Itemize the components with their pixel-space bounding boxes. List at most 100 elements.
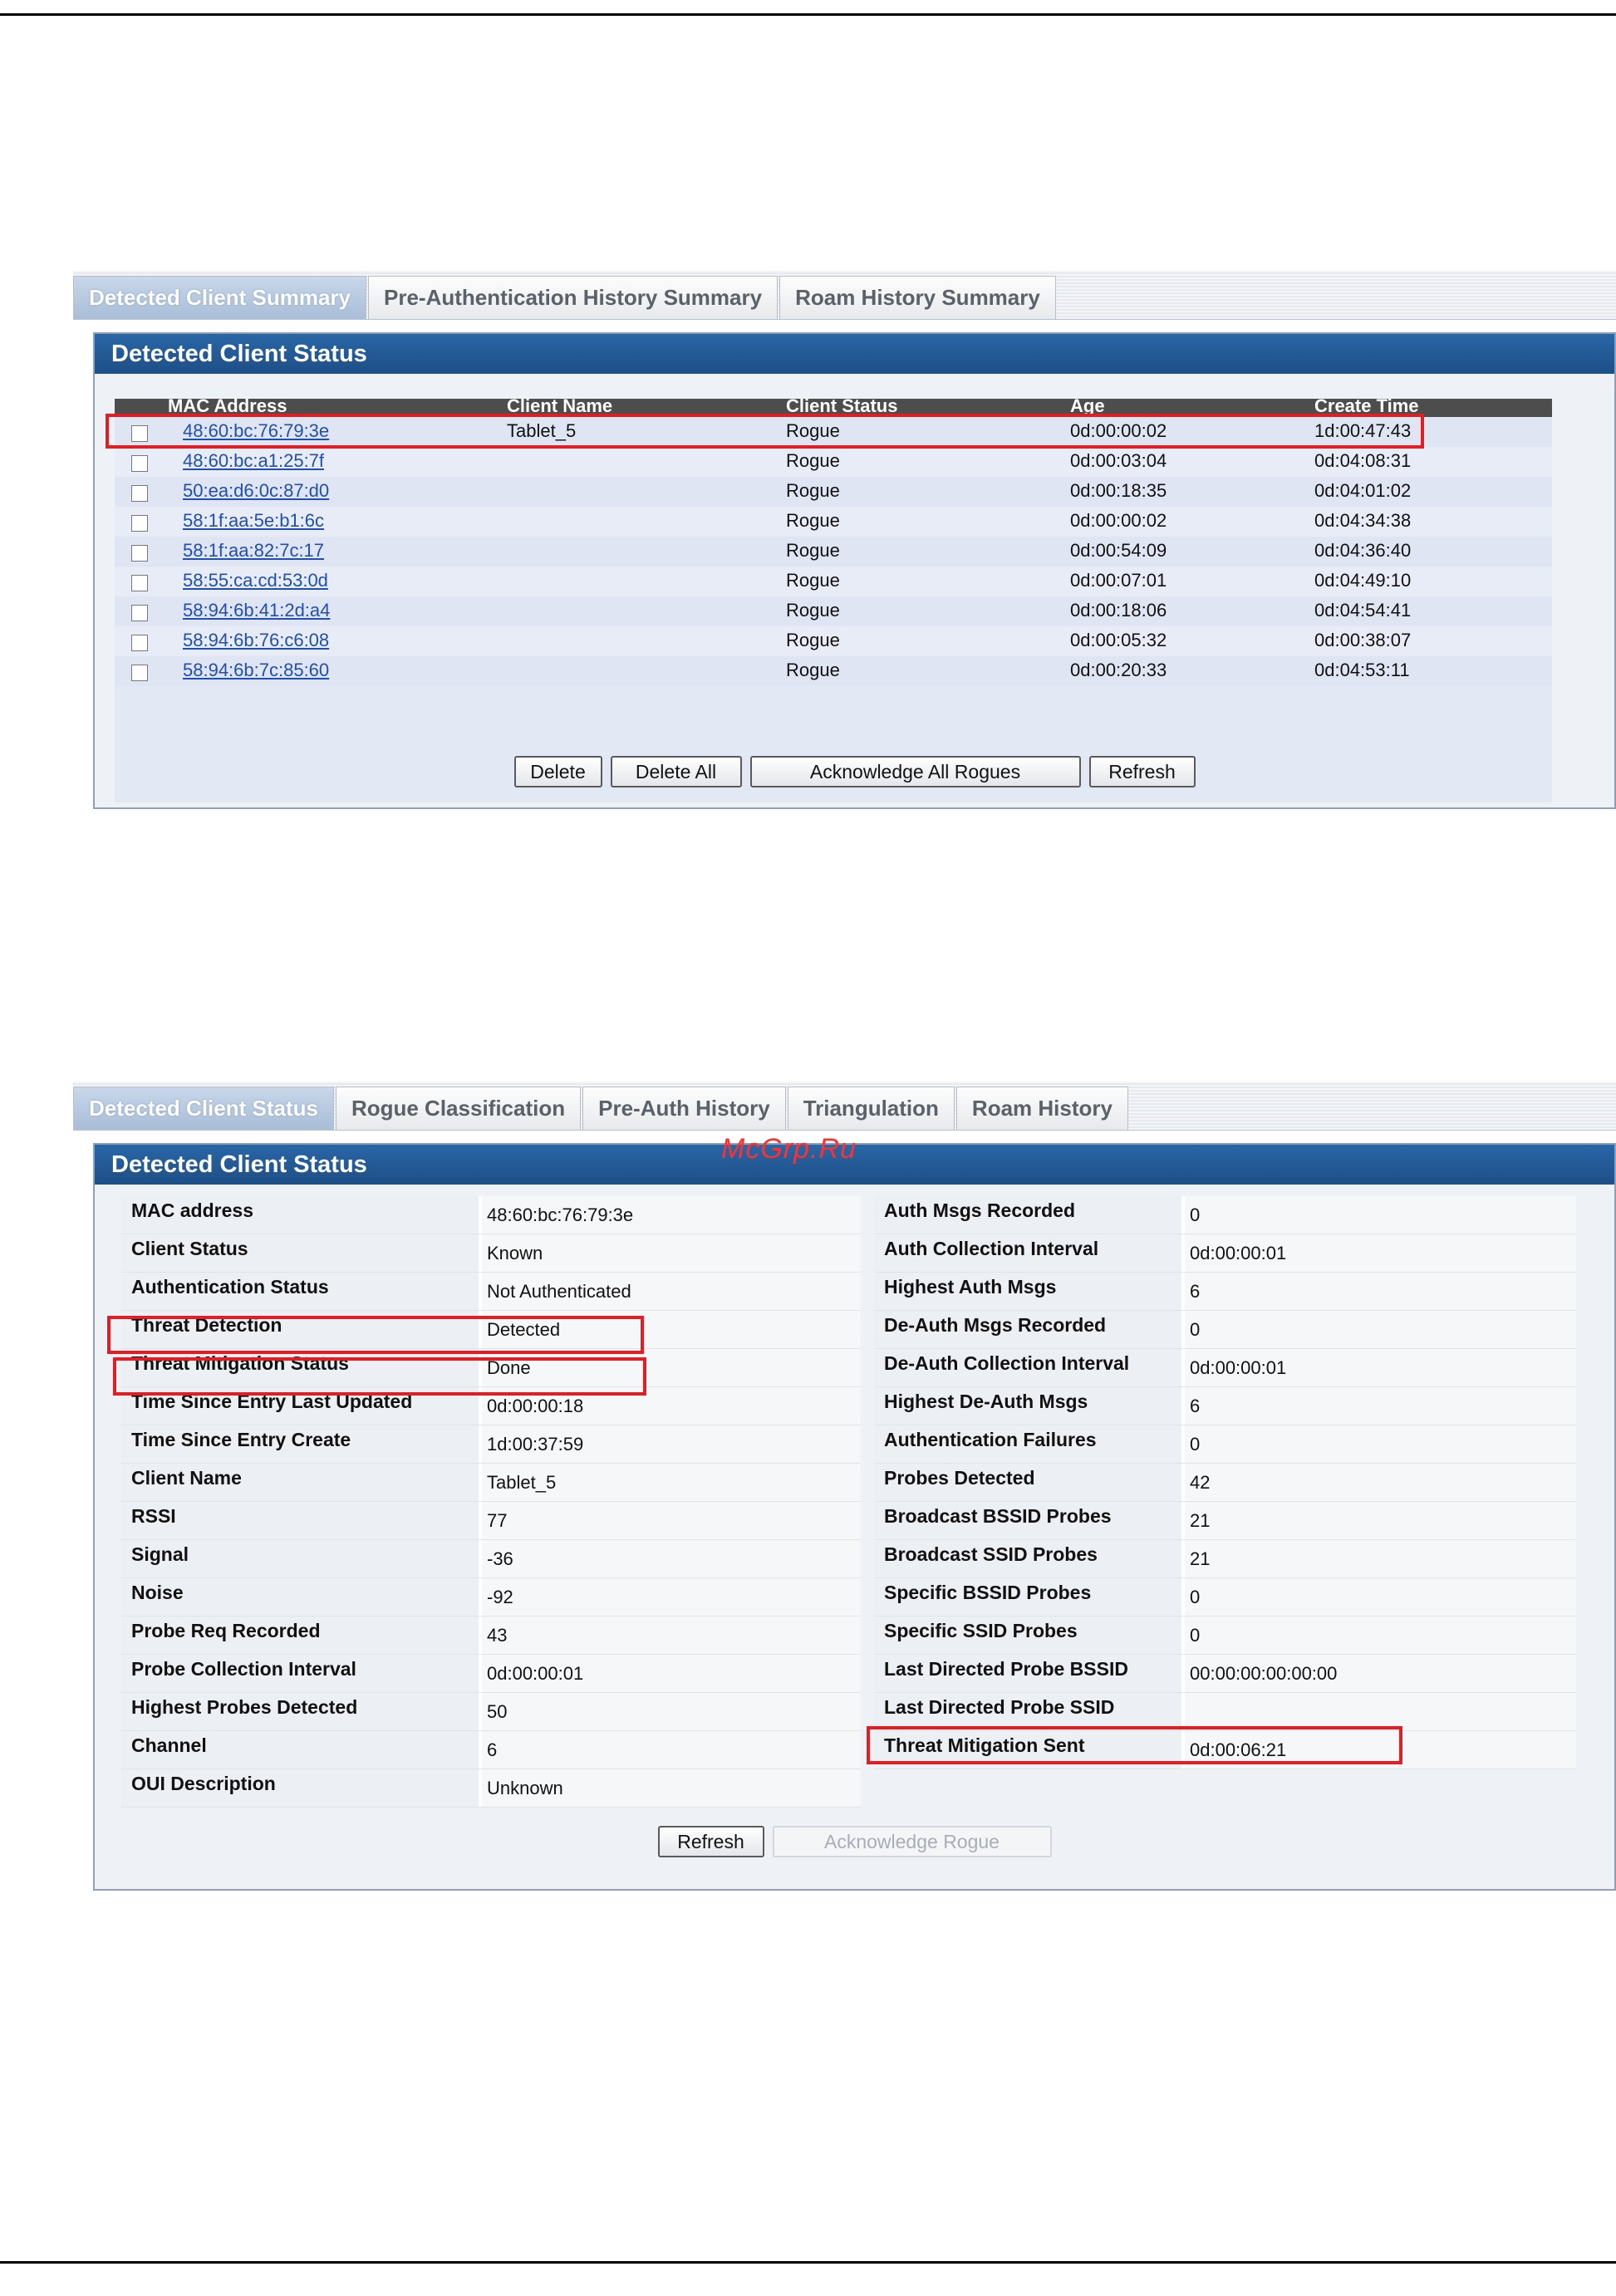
row-checkbox[interactable] [131,485,148,502]
detail-row: Noise -92 [121,1578,861,1617]
highlight-box-threat-mitigation-sent [867,1726,1402,1764]
detail-row: Client Name Tablet_5 [121,1464,861,1502]
detected-client-status-detail-panel: Detected Client Status MAC address 48:60:… [93,1143,1616,1891]
create-time-cell: 0d:04:54:41 [1314,600,1412,621]
page-top-rule [0,13,1616,16]
detail-value: 1d:00:37:59 [479,1425,861,1463]
delete-button[interactable]: Delete [513,756,602,787]
detail-row: Auth Msgs Recorded 0 [874,1196,1576,1234]
row-checkbox[interactable] [131,635,148,651]
table-row[interactable]: 48:60:bc:a1:25:7f Rogue 0d:00:03:04 0d:04:0… [115,447,1552,477]
tab-pre-auth-history[interactable]: Pre-Auth History [582,1087,786,1130]
client-status-cell: Rogue [786,600,840,621]
tab-pre-authentication-history-summary[interactable]: Pre-Authentication History Summary [367,276,779,319]
detail-value: 0 [1181,1311,1576,1348]
detail-row: Specific BSSID Probes 0 [874,1578,1576,1617]
details-left-column: MAC address 48:60:bc:76:79:3e Client Statu… [121,1196,861,1808]
detail-row: Last Directed Probe BSSID 00:00:00:00:00:… [874,1655,1576,1693]
detail-value: Unknown [479,1769,861,1807]
age-cell: 0d:00:18:06 [1070,600,1167,621]
detail-value: 6 [1181,1387,1576,1425]
create-time-cell: 0d:04:36:40 [1314,540,1412,561]
row-checkbox[interactable] [131,575,148,591]
mac-address-link[interactable]: 58:94:6b:76:c6:08 [183,630,329,651]
tab-roam-history-summary[interactable]: Roam History Summary [779,276,1056,319]
detail-value: 21 [1181,1502,1576,1539]
row-checkbox[interactable] [131,665,148,681]
tab-detected-client-summary[interactable]: Detected Client Summary [73,276,366,319]
delete-all-button[interactable]: Delete All [610,756,742,787]
detail-value: 0 [1181,1578,1576,1616]
table-row[interactable]: 50:ea:d6:0c:87:d0 Rogue 0d:00:18:35 0d:04:0… [115,477,1552,507]
detail-label: De-Auth Msgs Recorded [874,1311,1181,1348]
age-cell: 0d:00:54:09 [1070,540,1167,561]
details-right-column: Auth Msgs Recorded 0 Auth Collection Inter… [874,1196,1576,1769]
mac-address-link[interactable]: 50:ea:d6:0c:87:d0 [183,480,329,502]
row-checkbox[interactable] [131,455,148,472]
mac-address-link[interactable]: 58:1f:aa:82:7c:17 [183,540,324,562]
create-time-cell: 0d:04:01:02 [1314,480,1412,501]
age-cell: 0d:00:03:04 [1070,450,1167,471]
row-checkbox[interactable] [131,605,148,621]
page-bottom-rule [0,2261,1616,2264]
detail-value: Tablet_5 [479,1464,861,1501]
detail-value: 6 [1181,1273,1576,1310]
detail-label: Probes Detected [874,1464,1181,1501]
detail-label: Broadcast SSID Probes [874,1540,1181,1577]
detail-label: Highest Auth Msgs [874,1273,1181,1310]
detected-client-status-screenshot: Detected Client Status Rogue Classificat… [73,1082,1616,1904]
detail-label: Auth Msgs Recorded [874,1196,1181,1234]
table-row[interactable]: 58:94:6b:76:c6:08 Rogue 0d:00:05:32 0d:00:3… [115,626,1552,656]
tab-rogue-classification[interactable]: Rogue Classification [335,1087,582,1130]
detail-label: Highest De-Auth Msgs [874,1387,1181,1425]
detail-row: MAC address 48:60:bc:76:79:3e [121,1196,861,1234]
row-checkbox[interactable] [131,515,148,532]
mac-address-link[interactable]: 58:55:ca:cd:53:0d [183,570,328,591]
table-body: 48:60:bc:76:79:3e Tablet_5 Rogue 0d:00:00:0… [115,417,1552,686]
tab-triangulation[interactable]: Triangulation [787,1087,955,1130]
mac-address-link[interactable]: 58:1f:aa:5e:b1:6c [183,510,324,532]
detail-row: OUI Description Unknown [121,1769,861,1808]
detail-value: -36 [479,1540,861,1577]
table-row[interactable]: 58:94:6b:41:2d:a4 Rogue 0d:00:18:06 0d:04:5… [115,596,1552,626]
summary-tab-bar: Detected Client Summary Pre-Authenticati… [73,271,1616,320]
detail-row: Authentication Failures 0 [874,1425,1576,1464]
detail-row: Highest Probes Detected 50 [121,1693,861,1731]
detail-row: Signal -36 [121,1540,861,1578]
table-row[interactable]: 58:55:ca:cd:53:0d Rogue 0d:00:07:01 0d:04:4… [115,567,1552,596]
detail-label: Last Directed Probe BSSID [874,1655,1181,1692]
table-row[interactable]: 58:1f:aa:5e:b1:6c Rogue 0d:00:00:02 0d:04:3… [115,507,1552,537]
detail-value [1181,1693,1576,1730]
detail-row: Highest De-Auth Msgs 6 [874,1387,1576,1425]
table-row[interactable]: 58:94:6b:7c:85:60 Rogue 0d:00:20:33 0d:04:5… [115,656,1552,686]
age-cell: 0d:00:18:35 [1070,480,1167,501]
tab-detected-client-status[interactable]: Detected Client Status [73,1087,334,1130]
detected-client-summary-screenshot: Detected Client Summary Pre-Authenticati… [73,271,1616,821]
detail-row: Probe Collection Interval 0d:00:00:01 [121,1655,861,1693]
acknowledge-rogue-button[interactable]: Acknowledge Rogue [772,1826,1052,1857]
tab-roam-history[interactable]: Roam History [955,1087,1128,1130]
acknowledge-all-rogues-button[interactable]: Acknowledge All Rogues [749,756,1081,787]
detected-client-status-panel: Detected Client Status MAC Address Clien… [93,332,1616,809]
table-row[interactable]: 58:1f:aa:82:7c:17 Rogue 0d:00:54:09 0d:04:3… [115,537,1552,567]
detail-value: 6 [479,1731,861,1769]
refresh-button[interactable]: Refresh [657,1826,764,1857]
detail-label: Channel [121,1731,479,1769]
detail-value: 00:00:00:00:00:00 [1181,1655,1576,1692]
detail-label: De-Auth Collection Interval [874,1349,1181,1386]
row-checkbox[interactable] [131,545,148,562]
detail-value: Known [479,1234,861,1272]
mac-address-link[interactable]: 58:94:6b:41:2d:a4 [183,600,330,621]
mac-address-link[interactable]: 48:60:bc:a1:25:7f [183,450,324,472]
detail-row: De-Auth Collection Interval 0d:00:00:01 [874,1349,1576,1387]
detail-row: Channel 6 [121,1731,861,1769]
mac-address-link[interactable]: 58:94:6b:7c:85:60 [183,660,329,681]
detail-value: 21 [1181,1540,1576,1577]
detail-value: -92 [479,1578,861,1616]
refresh-button[interactable]: Refresh [1088,756,1196,787]
detail-value: 0 [1181,1196,1576,1234]
detail-value: 50 [479,1693,861,1730]
detail-value: 48:60:bc:76:79:3e [479,1196,861,1234]
detail-label: MAC address [121,1196,479,1234]
detail-label: Auth Collection Interval [874,1234,1181,1272]
